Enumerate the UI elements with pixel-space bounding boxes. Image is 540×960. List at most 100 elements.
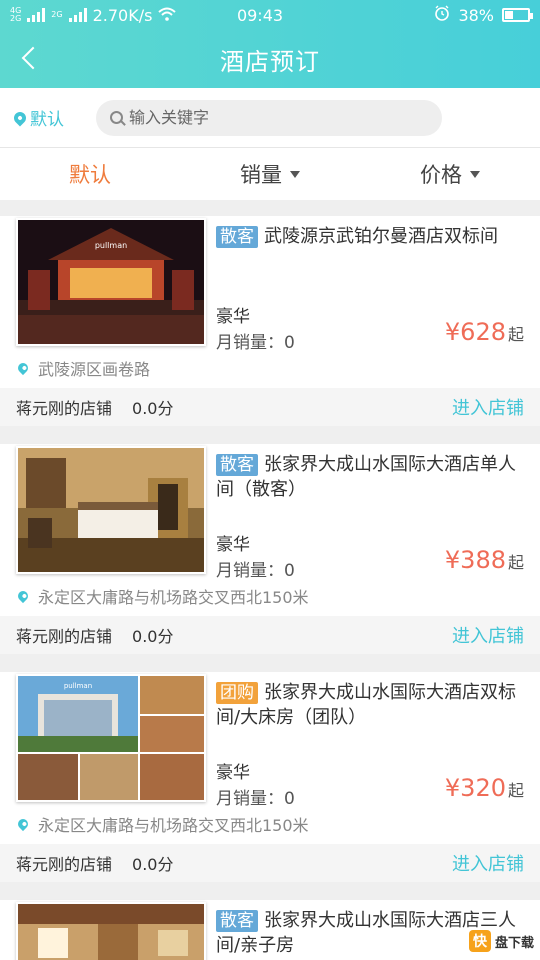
hotel-card[interactable]: pullman 团购 张家界大成山水国际大酒店双标间/大床房（团队） 豪华 月销量… — [0, 656, 540, 882]
hotel-price: ¥388 起 — [445, 546, 524, 574]
signal-icon-2 — [68, 8, 87, 22]
top-header: 4G 2G 2G 2.70K/s 09:43 38% 酒店预订 — [0, 0, 540, 88]
hotel-price: ¥320 起 — [445, 774, 524, 802]
hotel-photo[interactable] — [16, 902, 206, 960]
hotel-type-badge: 团购 — [216, 682, 258, 704]
hotel-price-suffix: 起 — [507, 781, 524, 800]
shop-row: 蒋元刚的店铺 0.0分 进入店铺 — [0, 616, 540, 654]
hotel-photo[interactable]: pullman — [16, 218, 206, 346]
location-selector[interactable]: 默认 — [0, 105, 96, 130]
network-type-2: 2G — [51, 10, 63, 19]
shop-score: 0.0分 — [132, 627, 174, 646]
hotel-info: 散客 张家界大成山水国际大酒店单人间（散客） — [216, 452, 532, 502]
shop-score: 0.0分 — [132, 399, 174, 418]
caret-down-icon — [470, 170, 480, 178]
hotel-monthly-sales: 月销量：0 — [216, 333, 295, 353]
search-input[interactable] — [129, 108, 419, 127]
hotel-name[interactable]: 团购 张家界大成山水国际大酒店双标间/大床房（团队） — [216, 680, 532, 730]
hotel-address: 永定区大庸路与机场路交叉西北150米 — [15, 584, 309, 608]
location-pin-icon — [15, 360, 31, 376]
status-time: 09:43 — [236, 5, 284, 25]
hotel-address-text: 武陵源区画卷路 — [38, 360, 151, 379]
caret-down-icon — [290, 170, 300, 178]
sort-tab-sales[interactable]: 销量 — [180, 148, 360, 200]
hotel-card-body[interactable]: 散客 张家界大成山水国际大酒店单人间（散客） 豪华 月销量：0 ¥388 起 永定区… — [0, 444, 540, 616]
hotel-card-body[interactable]: pullman 团购 张家界大成山水国际大酒店双标间/大床房（团队） 豪华 月销量… — [0, 672, 540, 844]
hotel-price-value: ¥628 — [444, 318, 506, 346]
battery-percent: 38% — [458, 5, 494, 25]
shop-name: 蒋元刚的店铺 — [16, 627, 113, 646]
hotel-info: 团购 张家界大成山水国际大酒店双标间/大床房（团队） — [216, 680, 532, 730]
hotel-sign-text: pullman — [95, 241, 127, 250]
watermark-text: 盘下载 — [494, 935, 534, 951]
page-title: 酒店预订 — [220, 47, 320, 76]
hotel-name-text: 张家界大成山水国际大酒店单人间（散客） — [216, 454, 516, 500]
hotel-type-badge: 散客 — [216, 454, 258, 476]
hotel-grade: 豪华 — [216, 307, 250, 327]
hotel-price-suffix: 起 — [507, 553, 524, 572]
location-pin-icon — [15, 588, 31, 604]
status-bar: 4G 2G 2G 2.70K/s 09:43 38% — [0, 0, 540, 30]
watermark-mark: 快 — [468, 930, 491, 952]
location-pin-icon — [11, 109, 29, 126]
hotel-price-value: ¥388 — [444, 546, 506, 574]
hotel-sign-text: pullman — [64, 682, 92, 690]
shop-name: 蒋元刚的店铺 — [16, 399, 113, 418]
hotel-name[interactable]: 散客 武陵源京武铂尔曼酒店双标间 — [216, 224, 532, 249]
hotel-card-body[interactable]: pullman 散客 武陵源京武铂尔曼酒店双标间 豪华 月销量：0 ¥628 起 武… — [0, 216, 540, 388]
hotel-type-badge: 散客 — [216, 226, 258, 248]
hotel-grade: 豪华 — [216, 535, 250, 555]
network-type-secondary: 2G — [10, 14, 22, 23]
enter-shop-link[interactable]: 进入店铺 — [452, 394, 524, 420]
sort-tab-price[interactable]: 价格 — [360, 148, 540, 200]
battery-icon — [502, 8, 533, 22]
hotel-address-text: 永定区大庸路与机场路交叉西北150米 — [38, 588, 309, 607]
hotel-name-text: 武陵源京武铂尔曼酒店双标间 — [264, 226, 498, 247]
sort-tab-sales-label: 销量 — [240, 163, 282, 187]
back-button[interactable] — [10, 38, 50, 78]
hotel-photo[interactable]: pullman — [16, 674, 206, 802]
hotel-address-text: 永定区大庸路与机场路交叉西北150米 — [38, 816, 309, 835]
hotel-type-badge: 散客 — [216, 910, 258, 932]
hotel-price-value: ¥320 — [444, 774, 506, 802]
network-speed: 2.70K/s — [92, 5, 153, 25]
hotel-grade: 豪华 — [216, 763, 250, 783]
hotel-card[interactable]: 散客 张家界大成山水国际大酒店单人间（散客） 豪华 月销量：0 ¥388 起 永定区… — [0, 428, 540, 654]
watermark-logo: 快 盘下载 — [468, 930, 534, 952]
sort-tab-default-label: 默认 — [69, 163, 111, 187]
hotel-card-body[interactable]: 散客 张家界大成山水国际大酒店三人间/亲子房 — [0, 900, 540, 960]
shop-score: 0.0分 — [132, 855, 174, 874]
hotel-photo[interactable] — [16, 446, 206, 574]
battery-fill — [505, 11, 513, 19]
sort-tab-default[interactable]: 默认 — [0, 148, 180, 200]
hotel-address: 永定区大庸路与机场路交叉西北150米 — [15, 812, 309, 836]
alarm-icon — [434, 5, 450, 25]
enter-shop-link[interactable]: 进入店铺 — [452, 622, 524, 648]
search-row: 默认 — [0, 88, 540, 148]
search-icon — [110, 111, 123, 124]
sort-tabs: 默认 销量 价格 — [0, 148, 540, 200]
hotel-price: ¥628 起 — [445, 318, 524, 346]
hotel-address: 武陵源区画卷路 — [15, 356, 151, 380]
hotel-name-text: 张家界大成山水国际大酒店双标间/大床房（团队） — [216, 682, 516, 728]
network-type: 4G 2G — [10, 7, 21, 23]
sort-tab-price-label: 价格 — [420, 163, 462, 187]
hotel-card[interactable]: 散客 张家界大成山水国际大酒店三人间/亲子房 — [0, 884, 540, 960]
hotel-monthly-sales: 月销量：0 — [216, 789, 295, 809]
location-label: 默认 — [30, 110, 64, 130]
navigation-bar: 酒店预订 — [0, 30, 540, 88]
chevron-left-icon — [21, 46, 45, 70]
enter-shop-link[interactable]: 进入店铺 — [452, 850, 524, 876]
shop-name: 蒋元刚的店铺 — [16, 855, 113, 874]
status-right: 38% — [370, 5, 533, 25]
search-box[interactable] — [96, 99, 442, 136]
shop-row: 蒋元刚的店铺 0.0分 进入店铺 — [0, 388, 540, 426]
hotel-info: 散客 武陵源京武铂尔曼酒店双标间 — [216, 224, 532, 249]
location-pin-icon — [15, 816, 31, 832]
hotel-monthly-sales: 月销量：0 — [216, 561, 295, 581]
shop-row: 蒋元刚的店铺 0.0分 进入店铺 — [0, 844, 540, 882]
signal-icon — [27, 8, 46, 22]
hotel-name[interactable]: 散客 张家界大成山水国际大酒店单人间（散客） — [216, 452, 532, 502]
hotel-card[interactable]: pullman 散客 武陵源京武铂尔曼酒店双标间 豪华 月销量：0 ¥628 起 武… — [0, 200, 540, 426]
hotel-price-suffix: 起 — [507, 325, 524, 344]
